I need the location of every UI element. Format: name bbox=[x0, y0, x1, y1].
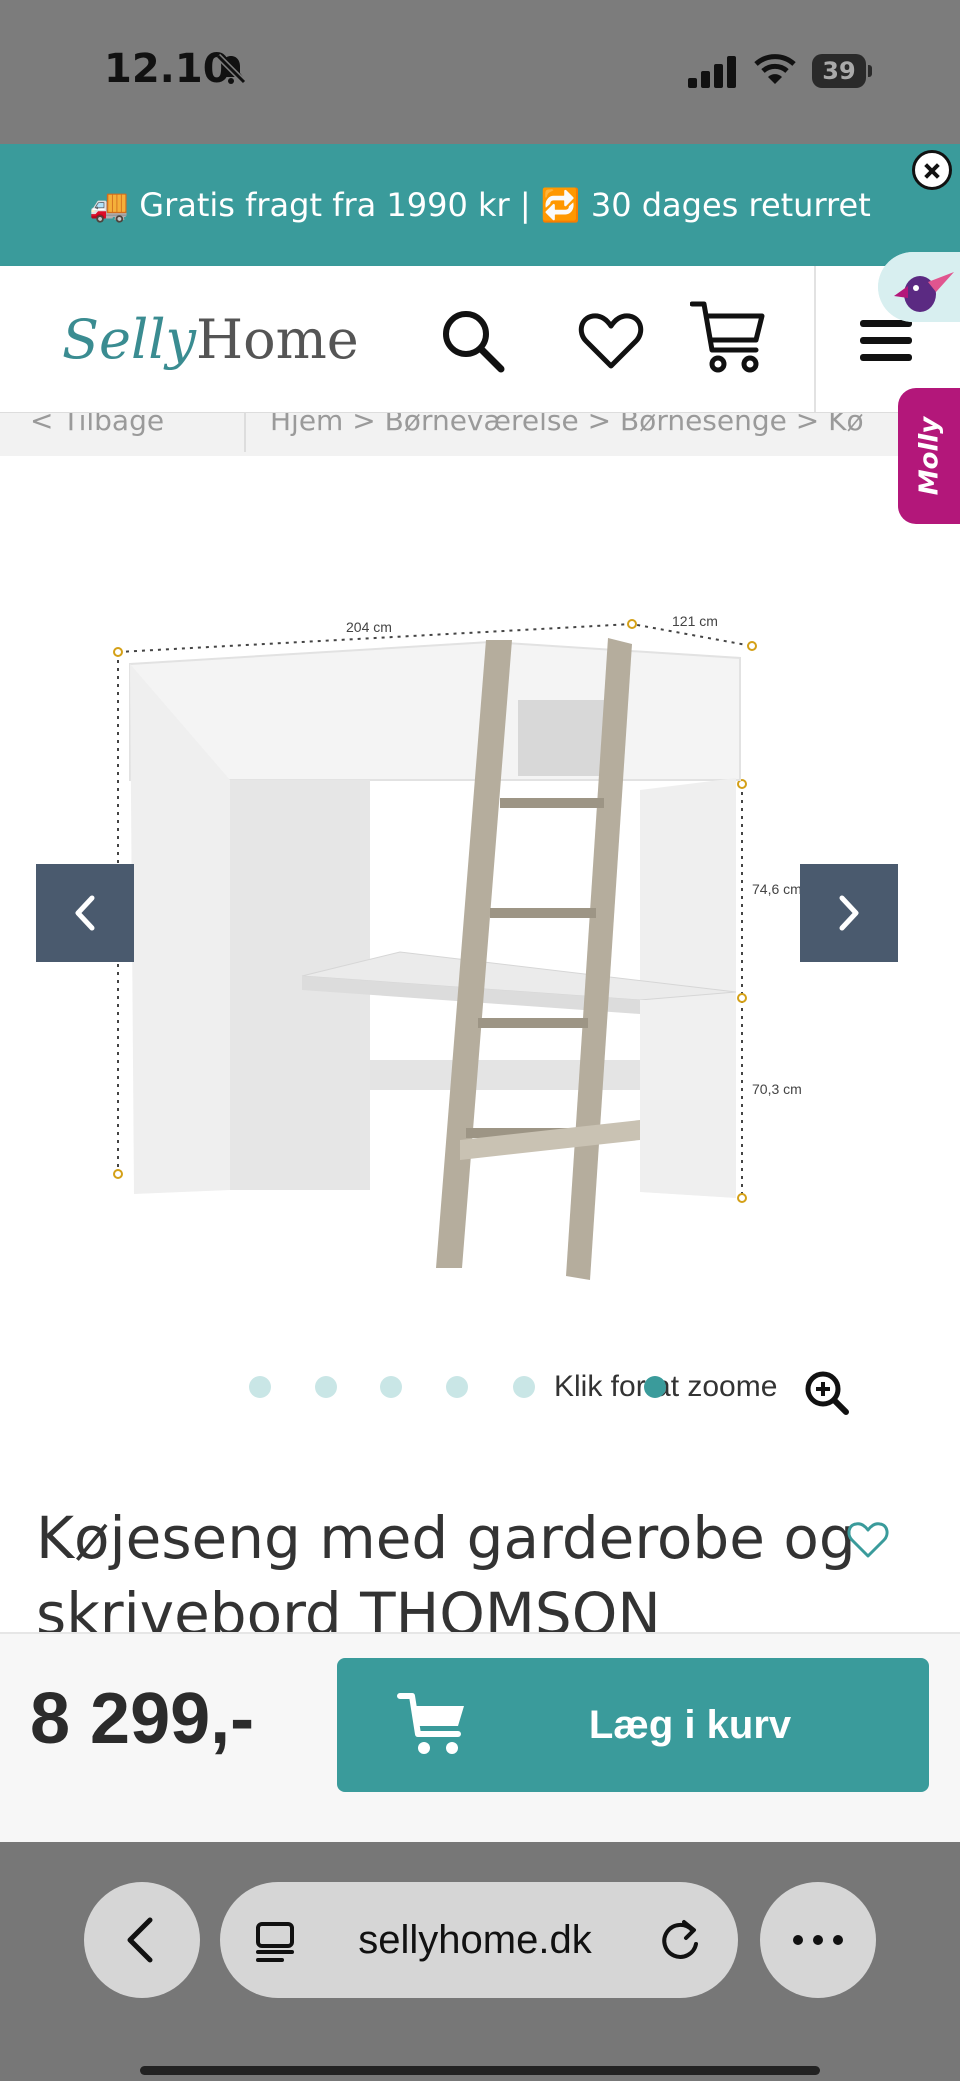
logo-script: Selly bbox=[62, 308, 196, 371]
home-indicator bbox=[140, 2066, 820, 2075]
battery-indicator: 39 bbox=[812, 54, 872, 88]
carousel-dot[interactable] bbox=[513, 1376, 535, 1398]
cart-icon[interactable] bbox=[690, 298, 766, 378]
cellular-signal-icon bbox=[688, 56, 736, 88]
search-icon[interactable] bbox=[438, 306, 508, 376]
carousel-next-button[interactable] bbox=[800, 864, 898, 962]
dimension-depth: 121 cm bbox=[672, 613, 718, 629]
cart-icon bbox=[397, 1693, 464, 1754]
carousel-dot[interactable] bbox=[249, 1376, 271, 1398]
zoom-in-icon[interactable] bbox=[804, 1370, 850, 1416]
carousel-dot[interactable] bbox=[446, 1376, 468, 1398]
carousel-dot-active[interactable] bbox=[644, 1376, 666, 1398]
status-time: 12.10 bbox=[104, 46, 231, 92]
header-divider bbox=[814, 266, 816, 412]
chat-bird-icon[interactable] bbox=[878, 252, 960, 322]
carousel-dot[interactable] bbox=[315, 1376, 337, 1398]
heart-icon[interactable] bbox=[576, 306, 646, 376]
chat-tab-label[interactable]: Molly bbox=[898, 388, 960, 524]
more-options-button[interactable] bbox=[760, 1882, 876, 1998]
chevron-left-icon bbox=[127, 1917, 153, 1963]
reload-icon[interactable] bbox=[656, 1914, 704, 1964]
product-title: Køjeseng med garderobe og skrivebord THO… bbox=[36, 1504, 856, 1648]
add-to-cart-label[interactable]: Læg i kurv bbox=[520, 1658, 860, 1792]
address-url[interactable]: sellyhome.dk bbox=[300, 1882, 650, 1998]
close-icon[interactable] bbox=[912, 150, 952, 190]
wishlist-heart-icon[interactable] bbox=[846, 1518, 890, 1560]
dimension-width: 204 cm bbox=[346, 619, 392, 635]
product-price: 8 299,- bbox=[30, 1679, 255, 1759]
carousel-prev-button[interactable] bbox=[36, 864, 134, 962]
chevron-right-icon bbox=[839, 895, 859, 931]
browser-back-button[interactable] bbox=[84, 1882, 200, 1998]
more-dots-icon bbox=[793, 1935, 843, 1945]
site-logo-overlay[interactable]: SellyHome bbox=[62, 300, 359, 380]
bell-muted-icon bbox=[215, 53, 247, 85]
dimension-desk-height: 70,3 cm bbox=[752, 1081, 802, 1097]
wifi-icon bbox=[754, 54, 796, 84]
logo-word: Home bbox=[196, 308, 359, 371]
page-menu-icon[interactable] bbox=[252, 1916, 300, 1964]
carousel-dot[interactable] bbox=[380, 1376, 402, 1398]
dimension-upper-height: 74,6 cm bbox=[752, 881, 802, 897]
battery-level: 39 bbox=[812, 54, 866, 88]
breadcrumb-separator bbox=[244, 412, 246, 452]
product-image[interactable]: 204 cm 121 cm 74,6 cm 70,3 cm bbox=[80, 580, 880, 1310]
promo-text: 🚚 Gratis fragt fra 1990 kr | 🔁 30 dages … bbox=[89, 186, 871, 224]
chevron-left-icon bbox=[75, 895, 95, 931]
